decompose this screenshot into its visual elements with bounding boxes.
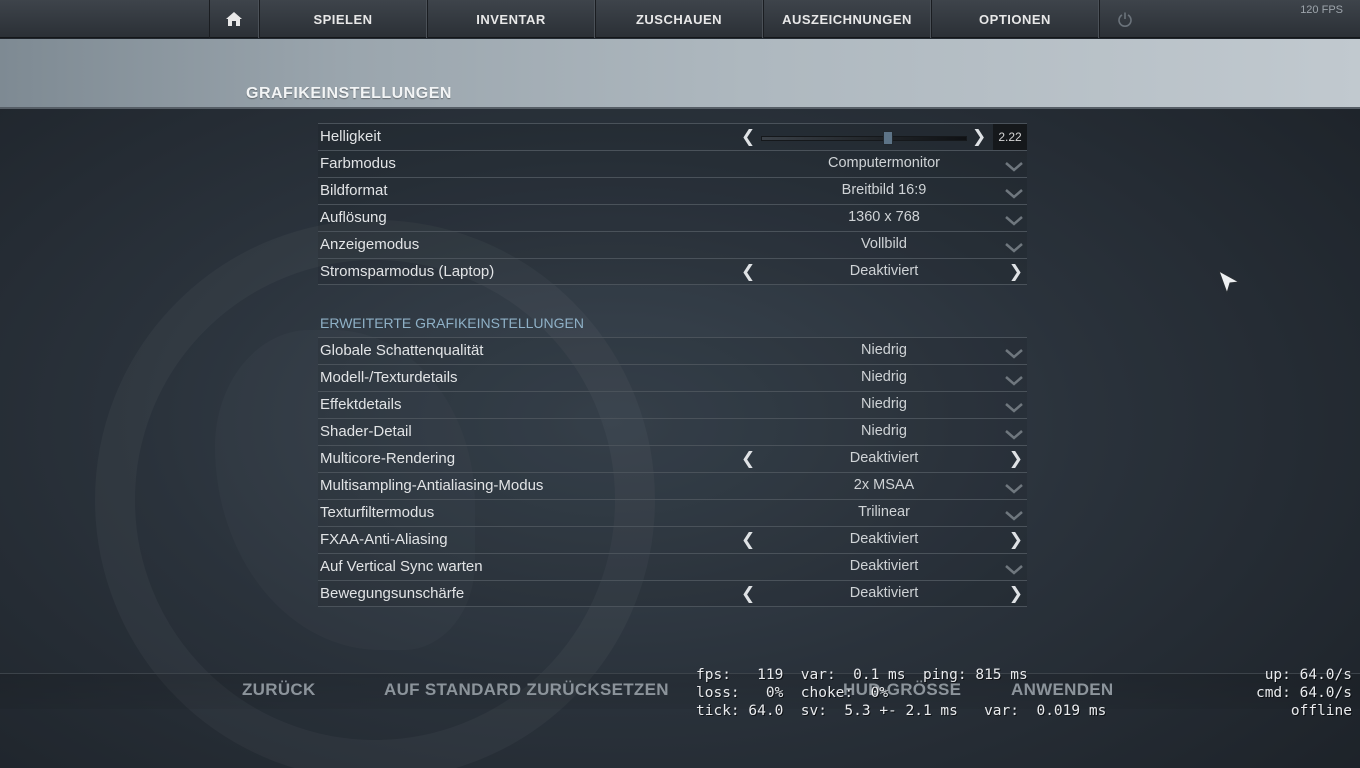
setting-label: Effektdetails — [320, 396, 402, 413]
chevron-down-icon[interactable] — [1005, 241, 1023, 253]
setting-row-shader-detail[interactable]: Shader-Detail Niedrig — [318, 418, 1027, 445]
nav-inventar[interactable]: INVENTAR — [427, 0, 595, 38]
setting-label: Shader-Detail — [320, 423, 412, 440]
setting-label: FXAA-Anti-Aliasing — [320, 531, 448, 548]
chevron-left-icon[interactable]: ❮ — [741, 262, 755, 282]
chevron-down-icon[interactable] — [1005, 160, 1023, 172]
nav-auszeichnungen[interactable]: AUSZEICHNUNGEN — [763, 0, 931, 38]
net-graph-line: offline — [1290, 703, 1352, 719]
setting-value: Niedrig — [861, 396, 907, 412]
setting-row-fxaa: FXAA-Anti-Aliasing ❮ Deaktiviert ❯ — [318, 526, 1027, 553]
chevron-down-icon[interactable] — [1005, 482, 1023, 494]
net-graph-line: cmd: 64.0/s — [1255, 685, 1352, 701]
brightness-value: 2.22 — [993, 124, 1027, 150]
setting-row-bildformat[interactable]: Bildformat Breitbild 16:9 — [318, 177, 1027, 204]
home-icon — [226, 12, 242, 26]
setting-row-schattenqualitaet[interactable]: Globale Schattenqualität Niedrig — [318, 337, 1027, 364]
setting-value: Trilinear — [858, 504, 910, 520]
setting-row-vsync[interactable]: Auf Vertical Sync warten Deaktiviert — [318, 553, 1027, 580]
setting-row-texturdetails[interactable]: Modell-/Texturdetails Niedrig — [318, 364, 1027, 391]
setting-value: Deaktiviert — [849, 450, 919, 466]
setting-value: Breitbild 16:9 — [841, 182, 927, 198]
setting-label: Bildformat — [320, 182, 388, 199]
setting-value: Deaktiviert — [849, 531, 919, 547]
setting-label: Globale Schattenqualität — [320, 342, 484, 359]
setting-value: Niedrig — [861, 423, 907, 439]
chevron-down-icon[interactable] — [1005, 428, 1023, 440]
home-button[interactable] — [209, 0, 259, 38]
fps-counter: 120 FPS — [1300, 4, 1343, 16]
setting-row-farbmodus[interactable]: Farbmodus Computermonitor — [318, 150, 1027, 177]
setting-label: Helligkeit — [320, 128, 381, 145]
mouse-cursor-icon — [1218, 269, 1241, 295]
chevron-down-icon[interactable] — [1005, 374, 1023, 386]
slider-thumb[interactable] — [882, 131, 893, 145]
chevron-down-icon[interactable] — [1005, 187, 1023, 199]
reset-defaults-button[interactable]: AUF STANDARD ZURÜCKSETZEN — [384, 680, 669, 700]
power-button[interactable] — [1099, 0, 1149, 38]
setting-label: Multicore-Rendering — [320, 450, 456, 467]
setting-value: Deaktiviert — [849, 263, 919, 279]
setting-value: Niedrig — [861, 342, 907, 358]
chevron-down-icon[interactable] — [1005, 563, 1023, 575]
setting-value: 2x MSAA — [853, 477, 915, 493]
chevron-down-icon[interactable] — [1005, 214, 1023, 226]
chevron-down-icon[interactable] — [1005, 347, 1023, 359]
chevron-down-icon[interactable] — [1005, 509, 1023, 521]
setting-value: Niedrig — [861, 369, 907, 385]
setting-value: Computermonitor — [827, 155, 940, 171]
advanced-section-title: ERWEITERTE GRAFIKEINSTELLUNGEN — [320, 315, 584, 331]
chevron-down-icon[interactable] — [1005, 401, 1023, 413]
setting-label: Anzeigemodus — [320, 236, 420, 253]
chevron-right-icon[interactable]: ❯ — [1009, 530, 1023, 550]
chevron-left-icon[interactable]: ❮ — [741, 584, 755, 604]
net-graph-line: fps: 119 var: 0.1 ms ping: 815 ms — [696, 667, 1028, 683]
setting-row-stromsparmodus: Stromsparmodus (Laptop) ❮ Deaktiviert ❯ — [318, 258, 1027, 285]
setting-label: Modell-/Texturdetails — [320, 369, 458, 386]
graphics-settings-list: Helligkeit ❮ ❯ 2.22 Farbmodus Computermo… — [318, 123, 1027, 607]
power-icon — [1117, 12, 1132, 27]
setting-row-helligkeit: Helligkeit ❮ ❯ 2.22 — [318, 123, 1027, 150]
brightness-slider[interactable] — [761, 136, 967, 141]
setting-label: Auf Vertical Sync warten — [320, 558, 483, 575]
chevron-left-icon[interactable]: ❮ — [741, 449, 755, 469]
setting-value: Deaktiviert — [849, 585, 919, 601]
chevron-left-icon[interactable]: ❮ — [741, 530, 755, 550]
setting-row-texturfiltermodus[interactable]: Texturfiltermodus Trilinear — [318, 499, 1027, 526]
setting-row-anzeigemodus[interactable]: Anzeigemodus Vollbild — [318, 231, 1027, 258]
setting-label: Multisampling-Antialiasing-Modus — [320, 477, 544, 494]
setting-row-msaa[interactable]: Multisampling-Antialiasing-Modus 2x MSAA — [318, 472, 1027, 499]
setting-label: Stromsparmodus (Laptop) — [320, 263, 495, 280]
setting-label: Texturfiltermodus — [320, 504, 435, 521]
page-title: GRAFIKEINSTELLUNGEN — [246, 85, 452, 102]
net-graph-rates: up: 64.0/s cmd: 64.0/s offline — [1256, 666, 1352, 720]
net-graph-line: loss: 0% choke: 0% — [696, 685, 889, 701]
top-navigation: SPIELEN INVENTAR ZUSCHAUEN AUSZEICHNUNGE… — [0, 0, 1360, 38]
setting-row-bewegungsunschaerfe: Bewegungsunschärfe ❮ Deaktiviert ❯ — [318, 580, 1027, 607]
setting-label: Farbmodus — [320, 155, 396, 172]
setting-label: Auflösung — [320, 209, 387, 226]
setting-value: Vollbild — [861, 236, 907, 252]
setting-value: Deaktiviert — [849, 558, 919, 574]
chevron-right-icon[interactable]: ❯ — [1009, 262, 1023, 282]
chevron-right-icon[interactable]: ❯ — [1009, 584, 1023, 604]
net-graph-line: up: 64.0/s — [1264, 667, 1352, 683]
back-button[interactable]: ZURÜCK — [242, 680, 316, 700]
net-graph-line: tick: 64.0 sv: 5.3 +- 2.1 ms var: 0.019 … — [696, 703, 1107, 719]
chevron-right-icon[interactable]: ❯ — [1009, 449, 1023, 469]
bottom-action-bar — [0, 673, 1360, 709]
nav-optionen[interactable]: OPTIONEN — [931, 0, 1099, 38]
setting-row-multicore-rendering: Multicore-Rendering ❮ Deaktiviert ❯ — [318, 445, 1027, 472]
chevron-left-icon[interactable]: ❮ — [741, 127, 755, 147]
setting-row-effektdetails[interactable]: Effektdetails Niedrig — [318, 391, 1027, 418]
setting-label: Bewegungsunschärfe — [320, 585, 465, 602]
header-band: GRAFIKEINSTELLUNGEN — [0, 39, 1360, 109]
setting-row-aufloesung[interactable]: Auflösung 1360 x 768 — [318, 204, 1027, 231]
nav-zuschauen[interactable]: ZUSCHAUEN — [595, 0, 763, 38]
net-graph: fps: 119 var: 0.1 ms ping: 815 ms loss: 0… — [696, 666, 1106, 720]
setting-value: 1360 x 768 — [848, 209, 920, 225]
nav-spielen[interactable]: SPIELEN — [259, 0, 427, 38]
chevron-right-icon[interactable]: ❯ — [972, 127, 986, 147]
